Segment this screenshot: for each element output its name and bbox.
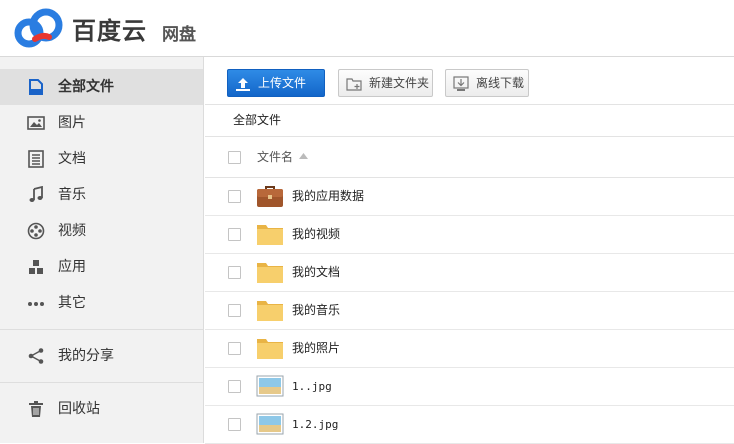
folder-icon bbox=[257, 301, 283, 321]
new-folder-label: 新建文件夹 bbox=[369, 76, 430, 90]
breadcrumb-current[interactable]: 全部文件 bbox=[233, 113, 281, 127]
upload-file-button[interactable]: 上传文件 bbox=[227, 69, 325, 97]
sidebar-item-label: 应用 bbox=[58, 259, 86, 275]
music-icon bbox=[27, 186, 45, 204]
baidu-cloud-logo-icon[interactable] bbox=[13, 6, 65, 50]
image-thumbnail-icon bbox=[256, 375, 284, 397]
row-checkbox[interactable] bbox=[228, 304, 241, 317]
briefcase-icon bbox=[257, 186, 283, 207]
sidebar-item-my-share[interactable]: 我的分享 bbox=[0, 338, 203, 374]
sidebar: 全部文件 图片 文档 音乐 视频 应用 其它 我的分享 回收站 bbox=[0, 57, 204, 443]
folder-icon bbox=[257, 263, 283, 283]
new-folder-icon bbox=[346, 75, 362, 91]
upload-file-label: 上传文件 bbox=[258, 76, 307, 90]
folder-icon bbox=[257, 225, 283, 245]
upload-icon bbox=[235, 75, 251, 91]
row-checkbox[interactable] bbox=[228, 266, 241, 279]
share-icon bbox=[27, 347, 45, 365]
file-name[interactable]: 我的文档 bbox=[292, 254, 340, 291]
sidebar-item-label: 文档 bbox=[58, 151, 86, 167]
file-table-header: 文件名 bbox=[205, 137, 734, 178]
sidebar-item-label: 我的分享 bbox=[58, 348, 114, 364]
brand-name: 百度云 bbox=[72, 17, 147, 45]
sort-ascending-icon[interactable] bbox=[299, 153, 308, 159]
sidebar-divider bbox=[0, 382, 203, 383]
apps-icon bbox=[27, 258, 45, 276]
sidebar-item-label: 音乐 bbox=[58, 187, 86, 203]
sidebar-item-all-files[interactable]: 全部文件 bbox=[0, 69, 203, 105]
file-row[interactable]: 我的音乐 bbox=[205, 292, 734, 330]
sidebar-item-label: 其它 bbox=[58, 295, 86, 311]
file-row[interactable]: 我的文档 bbox=[205, 254, 734, 292]
sidebar-item-music[interactable]: 音乐 bbox=[0, 177, 203, 213]
offline-download-button[interactable]: 离线下载 bbox=[445, 69, 529, 97]
sidebar-item-documents[interactable]: 文档 bbox=[0, 141, 203, 177]
product-name: 网盘 bbox=[162, 25, 196, 45]
folder-icon bbox=[257, 339, 283, 359]
column-filename[interactable]: 文件名 bbox=[257, 137, 293, 178]
sidebar-divider bbox=[0, 329, 203, 330]
sidebar-item-apps[interactable]: 应用 bbox=[0, 249, 203, 285]
trash-icon bbox=[27, 400, 45, 418]
file-name[interactable]: 我的照片 bbox=[292, 330, 340, 367]
file-row[interactable]: 我的应用数据 bbox=[205, 178, 734, 216]
sidebar-item-images[interactable]: 图片 bbox=[0, 105, 203, 141]
main-content: 上传文件 新建文件夹 离线下载 全部文件 文件名 我的应用数据 我的视频 我的文… bbox=[205, 57, 734, 444]
offline-download-label: 离线下载 bbox=[476, 76, 525, 90]
sidebar-item-video[interactable]: 视频 bbox=[0, 213, 203, 249]
row-checkbox[interactable] bbox=[228, 418, 241, 431]
image-icon bbox=[27, 114, 45, 132]
row-checkbox[interactable] bbox=[228, 228, 241, 241]
file-list: 我的应用数据 我的视频 我的文档 我的音乐 我的照片 1..jpg 1.2.jp… bbox=[205, 178, 734, 444]
file-row[interactable]: 1.2.jpg bbox=[205, 406, 734, 444]
app-header: 百度云 网盘 bbox=[0, 0, 734, 57]
sidebar-item-label: 视频 bbox=[58, 223, 86, 239]
sidebar-item-label: 图片 bbox=[58, 115, 86, 131]
toolbar: 上传文件 新建文件夹 离线下载 bbox=[205, 57, 734, 105]
file-row[interactable]: 1..jpg bbox=[205, 368, 734, 406]
sidebar-item-label: 全部文件 bbox=[58, 79, 114, 95]
file-name[interactable]: 我的音乐 bbox=[292, 292, 340, 329]
file-name[interactable]: 我的视频 bbox=[292, 216, 340, 253]
all-files-icon bbox=[27, 78, 45, 96]
sidebar-item-label: 回收站 bbox=[58, 401, 100, 417]
more-icon bbox=[27, 294, 45, 312]
file-row[interactable]: 我的照片 bbox=[205, 330, 734, 368]
video-icon bbox=[27, 222, 45, 240]
breadcrumb: 全部文件 bbox=[205, 105, 734, 137]
document-icon bbox=[27, 150, 45, 168]
file-name[interactable]: 1..jpg bbox=[292, 368, 332, 405]
new-folder-button[interactable]: 新建文件夹 bbox=[338, 69, 433, 97]
sidebar-item-recycle-bin[interactable]: 回收站 bbox=[0, 391, 203, 427]
select-all-checkbox[interactable] bbox=[228, 151, 241, 164]
offline-download-icon bbox=[453, 75, 469, 91]
file-name[interactable]: 1.2.jpg bbox=[292, 406, 338, 443]
image-thumbnail-icon bbox=[256, 413, 284, 435]
file-row[interactable]: 我的视频 bbox=[205, 216, 734, 254]
row-checkbox[interactable] bbox=[228, 190, 241, 203]
row-checkbox[interactable] bbox=[228, 380, 241, 393]
row-checkbox[interactable] bbox=[228, 342, 241, 355]
sidebar-item-other[interactable]: 其它 bbox=[0, 285, 203, 321]
file-name[interactable]: 我的应用数据 bbox=[292, 178, 364, 215]
